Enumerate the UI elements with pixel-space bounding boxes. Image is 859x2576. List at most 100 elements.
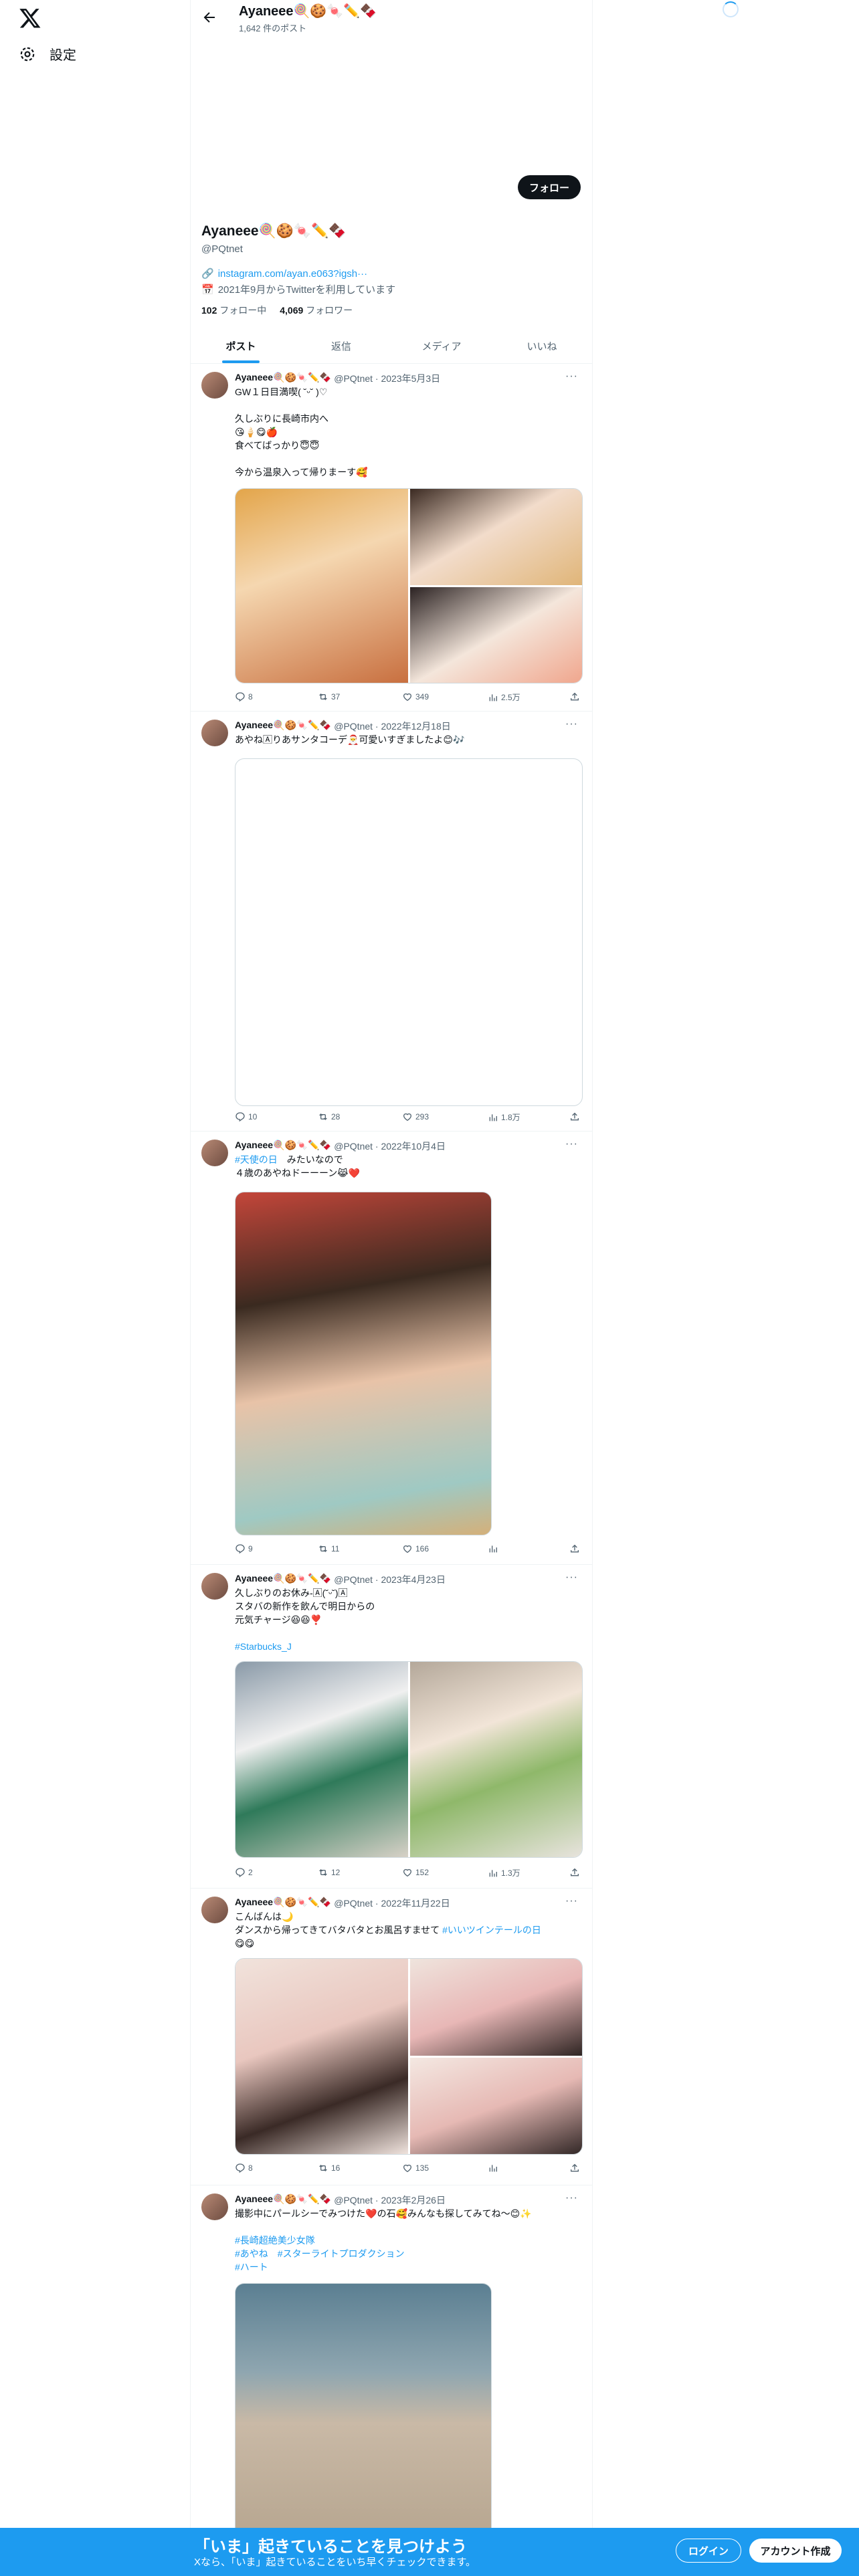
- hashtag[interactable]: #あやね: [235, 2248, 268, 2259]
- avatar[interactable]: [201, 372, 228, 399]
- x-logo-icon[interactable]: [19, 7, 41, 29]
- reply-button[interactable]: 9: [235, 1543, 253, 1554]
- views-button[interactable]: 2.5万: [488, 691, 520, 703]
- more-icon[interactable]: ···: [565, 1138, 578, 1150]
- followers-stat[interactable]: 4,069 フォロワー: [280, 304, 353, 317]
- avatar[interactable]: [201, 1897, 228, 1923]
- retweet-button[interactable]: 37: [318, 691, 340, 702]
- tweet-text: 久しぶりのお休み-🄰(˘ᵕ˘)🄰 スタバの新作を飲んで明日からの 元気チャージ😆…: [235, 1588, 375, 1652]
- tweet[interactable]: Ayaneee🍭🍪🍬✏️🍫 @PQtnet · 2023年2月26日 ··· 撮影…: [191, 2185, 592, 2537]
- like-button[interactable]: 152: [402, 1867, 429, 1878]
- media-photo[interactable]: [410, 2058, 582, 2154]
- views-button[interactable]: [488, 1543, 501, 1554]
- nav-settings[interactable]: 設定: [19, 44, 76, 64]
- hashtag[interactable]: #長崎超絶美少女隊: [235, 2235, 315, 2246]
- tweet[interactable]: Ayaneee🍭🍪🍬✏️🍫 @PQtnet · 2022年12月18日 ··· あ…: [191, 712, 592, 1132]
- share-button[interactable]: [569, 2163, 580, 2173]
- tweet-header: Ayaneee🍭🍪🍬✏️🍫 @PQtnet · 2023年4月23日: [235, 1573, 446, 1585]
- heart-icon: [403, 693, 412, 702]
- nav-settings-label: 設定: [50, 48, 76, 63]
- share-icon: [571, 1868, 579, 1876]
- avatar[interactable]: [201, 1140, 228, 1166]
- tweet[interactable]: Ayaneee🍭🍪🍬✏️🍫 @PQtnet · 2022年10月4日 ··· #天…: [191, 1132, 592, 1565]
- tweet-media[interactable]: [235, 1661, 583, 1858]
- media-photo[interactable]: [410, 1662, 582, 1857]
- tweet-header: Ayaneee🍭🍪🍬✏️🍫 @PQtnet · 2022年11月22日: [235, 1897, 450, 1909]
- more-icon[interactable]: ···: [565, 718, 578, 730]
- more-icon[interactable]: ···: [565, 1895, 578, 1907]
- share-button[interactable]: [569, 691, 580, 702]
- retweet-icon: [319, 1545, 327, 1552]
- media-photo[interactable]: [235, 1959, 408, 2154]
- profile-joined-text: 2021年9月からTwitterを利用しています: [217, 284, 396, 296]
- tweet[interactable]: Ayaneee🍭🍪🍬✏️🍫 @PQtnet · 2023年5月3日 ··· GW１…: [191, 364, 592, 712]
- hashtag[interactable]: #ハート: [235, 2262, 268, 2272]
- share-button[interactable]: [569, 1867, 580, 1878]
- hashtag[interactable]: #スターライトプロダクション: [278, 2248, 405, 2259]
- login-button[interactable]: ログイン: [676, 2539, 741, 2563]
- like-button[interactable]: 135: [402, 2163, 429, 2173]
- retweet-button[interactable]: 28: [318, 1111, 340, 1122]
- tweet-actions: 2 12 152 1.3万: [235, 1867, 583, 1882]
- retweet-button[interactable]: 12: [318, 1867, 340, 1878]
- avatar[interactable]: [201, 2193, 228, 2220]
- profile-link-text[interactable]: instagram.com/ayan.e063?igsh···: [218, 268, 367, 280]
- more-icon[interactable]: ···: [565, 2192, 578, 2204]
- share-button[interactable]: [569, 1543, 580, 1554]
- following-stat[interactable]: 102 フォロー中: [201, 304, 266, 317]
- hashtag[interactable]: #いいツインテールの日: [442, 1925, 541, 1935]
- more-icon[interactable]: ···: [565, 370, 578, 383]
- tweet-header: Ayaneee🍭🍪🍬✏️🍫 @PQtnet · 2023年2月26日: [235, 2193, 446, 2206]
- back-arrow-icon[interactable]: [201, 9, 217, 25]
- hashtag[interactable]: #天使の日: [235, 1154, 278, 1165]
- reply-button[interactable]: 8: [235, 691, 253, 702]
- loading-spinner-icon: [723, 1, 739, 17]
- tweet-actions: 10 28 293 1.8万: [235, 1111, 583, 1126]
- views-button[interactable]: 1.8万: [488, 1111, 520, 1123]
- tab-likes[interactable]: いいね: [492, 329, 592, 363]
- heart-icon: [403, 1113, 412, 1121]
- signup-button[interactable]: アカウント作成: [749, 2539, 842, 2563]
- header-name: Ayaneee🍭🍪🍬✏️🍫: [239, 4, 377, 19]
- avatar[interactable]: [201, 720, 228, 746]
- retweet-button[interactable]: 11: [318, 1543, 339, 1554]
- tweet-text: #天使の日 みたいなので ４歳のあやねドーーーン😹❤️: [235, 1154, 361, 1178]
- profile-link[interactable]: 🔗 instagram.com/ayan.e063?igsh···: [201, 267, 367, 280]
- media-photo[interactable]: [410, 489, 582, 585]
- profile-tabs: ポスト 返信 メディア いいね: [191, 329, 592, 364]
- tweet-header: Ayaneee🍭🍪🍬✏️🍫 @PQtnet · 2023年5月3日: [235, 372, 441, 384]
- tweet-media[interactable]: [235, 1192, 492, 1535]
- media-photo[interactable]: [235, 1662, 408, 1857]
- like-button[interactable]: 349: [402, 691, 429, 702]
- share-button[interactable]: [569, 1111, 580, 1122]
- reply-button[interactable]: 8: [235, 2163, 253, 2173]
- follow-button[interactable]: フォロー: [518, 175, 581, 199]
- views-button[interactable]: [488, 2163, 501, 2173]
- more-icon[interactable]: ···: [565, 1572, 578, 1584]
- share-icon: [571, 2163, 579, 2172]
- media-photo[interactable]: [410, 587, 582, 683]
- like-button[interactable]: 166: [402, 1543, 429, 1554]
- tab-media[interactable]: メディア: [391, 329, 492, 363]
- tab-replies[interactable]: 返信: [291, 329, 391, 363]
- top-header: Ayaneee🍭🍪🍬✏️🍫 1,642 件のポスト: [191, 0, 592, 35]
- views-button[interactable]: 1.3万: [488, 1867, 520, 1879]
- media-photo[interactable]: [235, 489, 408, 683]
- tweet-media[interactable]: [235, 758, 583, 1106]
- reply-button[interactable]: 2: [235, 1867, 253, 1878]
- tweet-media[interactable]: [235, 1958, 583, 2155]
- like-button[interactable]: 293: [402, 1111, 429, 1122]
- tweet-media[interactable]: [235, 2283, 492, 2537]
- retweet-button[interactable]: 16: [318, 2163, 340, 2173]
- tweet-media[interactable]: [235, 488, 583, 683]
- avatar[interactable]: [201, 1573, 228, 1600]
- tweet[interactable]: Ayaneee🍭🍪🍬✏️🍫 @PQtnet · 2022年11月22日 ··· こ…: [191, 1889, 592, 2185]
- tweet[interactable]: Ayaneee🍭🍪🍬✏️🍫 @PQtnet · 2023年4月23日 ··· 久し…: [191, 1565, 592, 1889]
- reply-button[interactable]: 10: [235, 1111, 257, 1122]
- reply-icon: [235, 692, 245, 702]
- tab-posts[interactable]: ポスト: [191, 329, 291, 363]
- profile-follow-stats: 102 フォロー中 4,069 フォロワー: [201, 304, 353, 317]
- tweet-header: Ayaneee🍭🍪🍬✏️🍫 @PQtnet · 2022年10月4日: [235, 1140, 446, 1152]
- hashtag[interactable]: #Starbucks_J: [235, 1641, 292, 1652]
- media-photo[interactable]: [410, 1959, 582, 2056]
